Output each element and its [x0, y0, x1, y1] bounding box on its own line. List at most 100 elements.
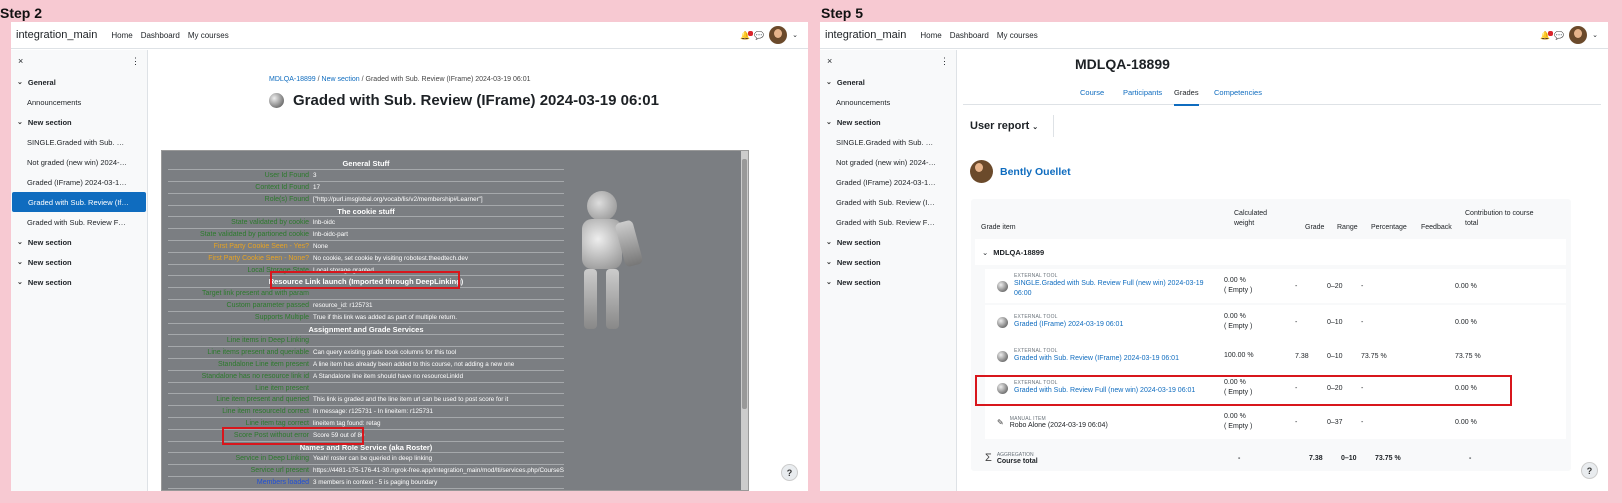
tab-grades[interactable]: Grades: [1174, 88, 1199, 106]
help-button[interactable]: ?: [1581, 462, 1598, 479]
grade-item-link: Robo Alone (2024-03-19 06:04): [1009, 421, 1108, 429]
notification-bell-icon[interactable]: 🔔: [740, 30, 754, 40]
site-brand[interactable]: integration_main: [825, 29, 906, 41]
chevron-down-icon[interactable]: ⌄: [982, 248, 988, 257]
drawer-item-activity[interactable]: Graded with Sub. Review F…: [11, 212, 147, 232]
chevron-down-icon: ⌄: [17, 259, 23, 266]
drawer-section-new[interactable]: ⌄ New section: [11, 252, 147, 272]
chevron-down-icon: ⌄: [17, 79, 23, 86]
chevron-down-icon: ⌄: [826, 119, 832, 126]
drawer-section-general[interactable]: ⌄ General: [11, 72, 147, 92]
breadcrumb-section[interactable]: New section: [322, 76, 360, 83]
drawer-section-new[interactable]: ⌄ New section: [11, 232, 147, 252]
nav-dashboard[interactable]: Dashboard: [141, 31, 180, 40]
drawer-menu-icon[interactable]: ⋮: [131, 56, 140, 67]
lti-section-title: Assignment and Grade Services: [168, 323, 564, 336]
breadcrumb-course[interactable]: MDLQA-18899: [269, 76, 316, 83]
grade-category-row[interactable]: ⌄ MDLQA-18899: [975, 239, 1566, 265]
drawer-item-activity[interactable]: Not graded (new win) 2024-…: [820, 152, 956, 172]
grade-item-link[interactable]: Graded (IFrame) 2024-03-19 06:01: [1014, 321, 1123, 328]
col-header-percentage: Percentage: [1371, 224, 1407, 231]
nav-home[interactable]: Home: [111, 31, 132, 40]
chevron-down-icon: ⌄: [826, 79, 832, 86]
lti-check-label: First Party Cookie Seen - None?: [168, 252, 311, 265]
message-icon[interactable]: 💬: [754, 31, 764, 40]
drawer-section-new[interactable]: ⌄ New section: [820, 272, 956, 292]
col-header-range: Range: [1337, 224, 1358, 231]
user-heading: Bently Ouellet: [970, 160, 1071, 183]
drawer-item-announcements[interactable]: Announcements: [11, 92, 147, 112]
panel-step-2: integration_main Home Dashboard My cours…: [11, 22, 808, 491]
tab-competencies[interactable]: Competencies: [1214, 88, 1262, 97]
drawer-item-announcements[interactable]: Announcements: [820, 92, 956, 112]
grade-contribution: 0.00 %: [1455, 318, 1477, 326]
highlight-graded-row: [975, 375, 1512, 406]
drawer-item-activity[interactable]: Not graded (new win) 2024-…: [11, 152, 147, 172]
chevron-down-icon[interactable]: ⌄: [792, 31, 798, 39]
close-drawer-icon[interactable]: ×: [18, 56, 23, 66]
help-button[interactable]: ?: [781, 464, 798, 481]
drawer-item-activity[interactable]: SINGLE.Graded with Sub. …: [820, 132, 956, 152]
grade-contribution: 0.00 %: [1455, 282, 1477, 290]
message-icon[interactable]: 💬: [1554, 31, 1564, 40]
notification-bell-icon[interactable]: 🔔: [1540, 30, 1554, 40]
chevron-down-icon[interactable]: ⌄: [1592, 31, 1598, 39]
col-header-feedback: Feedback: [1421, 224, 1452, 231]
lti-row: Line items present and queriable Can quer…: [168, 346, 564, 360]
chevron-down-icon: ⌄: [17, 279, 23, 286]
nav-my-courses[interactable]: My courses: [188, 31, 229, 40]
grade-range: 0–10: [1327, 318, 1343, 326]
iframe-scrollbar[interactable]: [741, 151, 748, 490]
grade-item-link[interactable]: Graded with Sub. Review (IFrame) 2024-03…: [1014, 355, 1179, 362]
drawer-section-new[interactable]: ⌄ New section: [820, 112, 956, 132]
report-selector[interactable]: User report ⌄: [970, 120, 1038, 132]
grade-item-row: ✎ MANUAL ITEM Robo Alone (2024-03-19 06:04…: [985, 405, 1566, 439]
drawer-item-activity[interactable]: Graded (IFrame) 2024-03-1…: [11, 172, 147, 192]
grade-item-name: EXTERNAL TOOL Graded (IFrame) 2024-03-19 …: [997, 305, 1123, 339]
drawer-menu-icon[interactable]: ⋮: [940, 56, 949, 67]
edit-icon: ✎: [997, 417, 1004, 427]
nav-home[interactable]: Home: [920, 31, 941, 40]
chevron-down-icon: ⌄: [17, 239, 23, 246]
tab-participants[interactable]: Participants: [1123, 88, 1162, 97]
lti-check-label: Line item present: [168, 382, 311, 395]
user-avatar[interactable]: [769, 26, 788, 44]
lti-row: Standalone has no resource link id A Stan…: [168, 370, 564, 383]
breadcrumb: MDLQA-18899 / New section / Graded with …: [269, 76, 531, 83]
user-avatar[interactable]: [1569, 26, 1588, 44]
chevron-down-icon: ⌄: [826, 279, 832, 286]
drawer-item-activity[interactable]: SINGLE.Graded with Sub. …: [11, 132, 147, 152]
col-header-contribution: Contribution to course total: [1465, 210, 1534, 227]
lti-check-value: lnb-oidc: [311, 216, 564, 230]
drawer-item-activity[interactable]: Graded with Sub. Review (I…: [820, 192, 956, 212]
site-brand[interactable]: integration_main: [16, 29, 97, 41]
drawer-section-new[interactable]: ⌄ New section: [11, 112, 147, 132]
lti-check-value: A line item has already been added to th…: [311, 358, 564, 371]
highlight-resource-link: [270, 271, 460, 289]
grade-item-link[interactable]: SINGLE.Graded with Sub. Review Full (new…: [1014, 280, 1203, 297]
drawer-section-new[interactable]: ⌄ New section: [820, 232, 956, 252]
tab-course[interactable]: Course: [1080, 88, 1104, 97]
lti-row: Role(s) Found ["http://purl.imsglobal.org…: [168, 193, 564, 206]
drawer-section-new[interactable]: ⌄ New section: [11, 272, 147, 292]
nav-dashboard[interactable]: Dashboard: [950, 31, 989, 40]
scrollbar-thumb[interactable]: [742, 159, 747, 409]
user-name-link[interactable]: Bently Ouellet: [1000, 166, 1071, 178]
close-drawer-icon[interactable]: ×: [827, 56, 832, 66]
drawer-item-activity-active[interactable]: Graded with Sub. Review (If…: [12, 192, 146, 212]
lti-check-value: In message: r125731 - In lineitem: r1257…: [311, 405, 564, 419]
drawer-item-activity[interactable]: Graded (IFrame) 2024-03-1…: [820, 172, 956, 192]
drawer-item-activity[interactable]: Graded with Sub. Review F…: [820, 212, 956, 232]
drawer-section-new[interactable]: ⌄ New section: [820, 252, 956, 272]
lti-check-label: State validated by partioned cookie: [168, 228, 311, 242]
course-total-row: Σ AGGREGATION Course total - 7.38 0–10 73.…: [985, 451, 1472, 465]
lti-check-value: True if this link was added as part of m…: [311, 311, 564, 324]
lti-check-value: No cookie, set cookie by visiting robote…: [311, 252, 564, 265]
drawer-section-general[interactable]: ⌄ General: [820, 72, 956, 92]
grade-value: -: [1295, 282, 1298, 290]
lti-check-label: User Id Found: [168, 169, 311, 183]
lti-row: Service in Deep Linking Yeah! roster can …: [168, 452, 564, 466]
nav-my-courses[interactable]: My courses: [997, 31, 1038, 40]
top-navbar: integration_main Home Dashboard My cours…: [820, 22, 1608, 49]
lti-check-value: A Standalone line item should have no re…: [311, 370, 564, 383]
